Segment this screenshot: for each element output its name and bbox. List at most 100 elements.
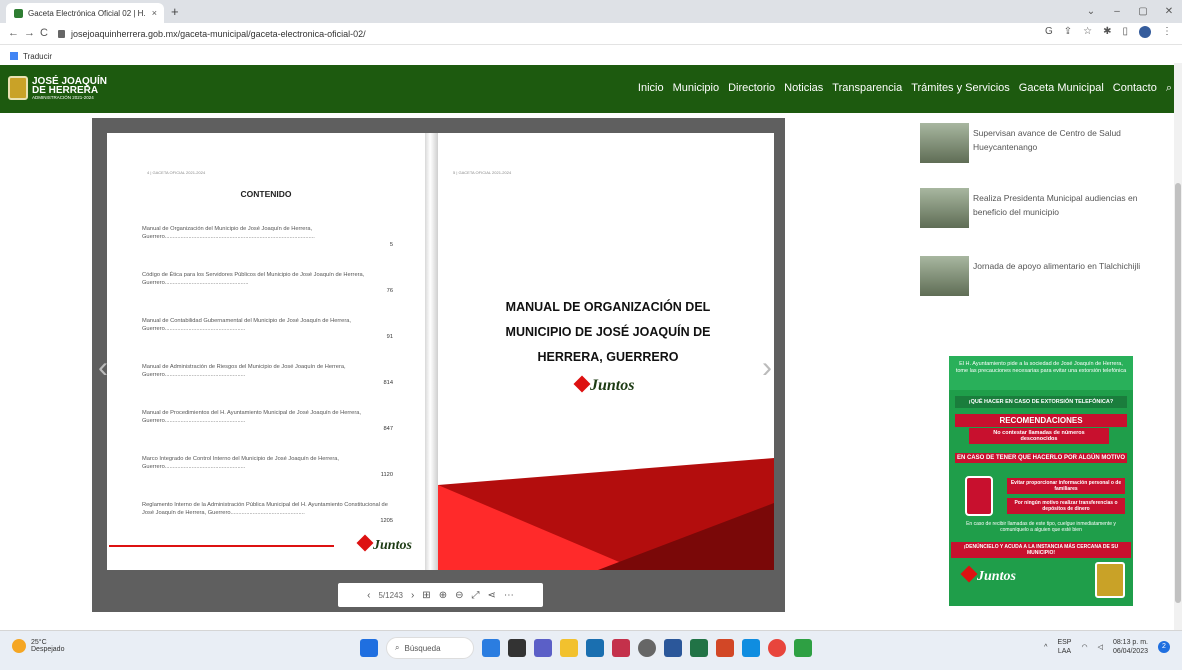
toc-item[interactable]: Manual de Administración de Riesgos del … (142, 363, 393, 387)
news-thumbnail[interactable] (920, 188, 969, 228)
app-icon[interactable] (638, 639, 656, 657)
wifi-icon[interactable]: ◠ (1081, 643, 1087, 651)
app-icon[interactable] (794, 639, 812, 657)
app-icon[interactable] (612, 639, 630, 657)
page-indicator[interactable]: 5/1243 (378, 591, 402, 600)
side-panel-icon[interactable]: ▯ (1122, 26, 1128, 38)
tab-search-icon[interactable]: ⌄ (1078, 0, 1104, 23)
zoom-in-icon[interactable]: ⊕ (439, 590, 447, 601)
reload-button[interactable]: C (40, 27, 48, 39)
news-thumbnail[interactable] (920, 123, 969, 163)
url-field[interactable]: josejoaquinherrera.gob.mx/gaceta-municip… (58, 26, 366, 42)
news-item[interactable]: Realiza Presidenta Municipal audiencias … (920, 188, 1170, 232)
page-scrollbar[interactable] (1174, 63, 1182, 630)
minimize-icon[interactable]: – (1104, 0, 1130, 23)
fullscreen-icon[interactable]: ⤢ (471, 590, 479, 601)
toc-item[interactable]: Reglamento Interno de la Administración … (142, 501, 393, 525)
news-thumbnail[interactable] (920, 256, 969, 296)
share-icon[interactable]: ⇪ (1064, 26, 1072, 38)
viewer-toolbar: ‹ 5/1243 › ⊞ ⊕ ⊖ ⤢ ⋖ ⋯ (338, 583, 543, 607)
news-title[interactable]: Realiza Presidenta Municipal audiencias … (973, 191, 1169, 219)
flipbook-page-left: 4 | GACETA OFICIAL 2021-2024 CONTENIDO M… (107, 133, 425, 570)
ad-no-contestar: No contestar llamadas de números descono… (969, 428, 1109, 444)
new-tab-button[interactable]: + (171, 4, 179, 19)
language-indicator[interactable]: ESP LAA (1057, 638, 1071, 656)
menu-contacto[interactable]: Contacto (1113, 82, 1157, 95)
volume-icon[interactable]: ◁ (1098, 643, 1103, 651)
restore-icon[interactable]: ▢ (1130, 0, 1156, 23)
news-item[interactable]: Jornada de apoyo alimentario en Tlalchic… (920, 256, 1170, 300)
bookmark-star-icon[interactable]: ☆ (1083, 26, 1092, 38)
next-page-arrow-icon[interactable]: › (762, 351, 772, 385)
toc-item[interactable]: Manual de Organización del Municipio de … (142, 225, 393, 249)
menu-gaceta[interactable]: Gaceta Municipal (1019, 82, 1104, 95)
menu-transparencia[interactable]: Transparencia (832, 82, 902, 95)
task-view-icon[interactable] (508, 639, 526, 657)
juntos-logo-ad: Juntos (960, 565, 1016, 585)
news-title[interactable]: Supervisan avance de Centro de Salud Hue… (973, 126, 1169, 154)
file-explorer-icon[interactable] (560, 639, 578, 657)
juntos-star-icon (960, 565, 978, 583)
address-bar-actions: G ⇪ ☆ ✱ ▯ ⋮ (1045, 26, 1172, 38)
extortion-ad-banner[interactable]: El H. Ayuntamiento pide a la sociedad de… (949, 356, 1133, 606)
menu-tramites[interactable]: Trámites y Servicios (911, 82, 1010, 95)
red-corner-graphic (438, 458, 774, 570)
windows-taskbar: 25°C Despejado ⌕ Búsqueda ^ ESP LAA ◠ ◁ 08… (0, 630, 1182, 670)
menu-municipio[interactable]: Municipio (673, 82, 719, 95)
app-icon[interactable] (742, 639, 760, 657)
teams-icon[interactable] (534, 639, 552, 657)
grid-view-icon[interactable]: ⊞ (422, 590, 430, 601)
menu-inicio[interactable]: Inicio (638, 82, 664, 95)
more-icon[interactable]: ⋯ (504, 590, 514, 601)
flipbook-viewer[interactable]: 4 | GACETA OFICIAL 2021-2024 CONTENIDO M… (92, 118, 785, 612)
share-icon[interactable]: ⋖ (487, 590, 495, 601)
notification-badge[interactable]: 2 (1158, 641, 1170, 653)
zoom-out-icon[interactable]: ⊖ (455, 590, 463, 601)
browser-tab-bar: Gaceta Electrónica Oficial 02 | H. × + ⌄… (0, 0, 1182, 23)
toc-item[interactable]: Manual de Contabilidad Gubernamental del… (142, 317, 393, 341)
main-menu: Inicio Municipio Directorio Noticias Tra… (638, 82, 1172, 95)
browser-tab[interactable]: Gaceta Electrónica Oficial 02 | H. × (6, 3, 164, 23)
toc-item[interactable]: Manual de Procedimientos del H. Ayuntami… (142, 409, 393, 433)
word-icon[interactable] (664, 639, 682, 657)
sun-icon (12, 639, 26, 653)
ad-evitar: Evitar proporcionar información personal… (1007, 478, 1125, 494)
bookmark-traducir[interactable]: Traducir (23, 52, 52, 61)
toolbar-next-icon[interactable]: › (411, 590, 414, 601)
news-title[interactable]: Jornada de apoyo alimentario en Tlalchic… (973, 259, 1169, 273)
chrome-icon[interactable] (768, 639, 786, 657)
close-window-icon[interactable]: ✕ (1156, 0, 1182, 23)
taskbar-search[interactable]: ⌕ Búsqueda (386, 637, 474, 659)
menu-directorio[interactable]: Directorio (728, 82, 775, 95)
widgets-icon[interactable] (482, 639, 500, 657)
prev-page-arrow-icon[interactable]: ‹ (98, 351, 108, 385)
tray-chevron-icon[interactable]: ^ (1044, 644, 1047, 651)
site-logo[interactable]: JOSÉ JOAQUÍN DE HERRERA ADMINISTRACIÓN 2… (8, 76, 107, 100)
system-tray: ^ ESP LAA ◠ ◁ 08:13 p. m. 06/04/2023 2 (1044, 638, 1170, 656)
store-icon[interactable] (586, 639, 604, 657)
forward-button[interactable]: → (24, 27, 35, 39)
profile-avatar[interactable] (1139, 26, 1151, 38)
excel-icon[interactable] (690, 639, 708, 657)
toc-item[interactable]: Código de Ética para los Servidores Públ… (142, 271, 393, 295)
menu-noticias[interactable]: Noticias (784, 82, 823, 95)
powerpoint-icon[interactable] (716, 639, 734, 657)
ad-ningun: Por ningún motivo realizar transferencia… (1007, 498, 1125, 514)
windows-start-icon[interactable] (360, 639, 378, 657)
toc-item[interactable]: Marco Integrado de Control Interno del M… (142, 455, 393, 479)
weather-widget[interactable]: 25°C Despejado (12, 639, 64, 653)
scrollbar-thumb[interactable] (1175, 183, 1181, 603)
google-lens-icon[interactable]: G (1045, 26, 1053, 38)
news-item[interactable]: Supervisan avance de Centro de Salud Hue… (920, 123, 1170, 167)
red-divider (109, 545, 334, 547)
search-icon[interactable]: ⌕ (1166, 82, 1172, 95)
extensions-icon[interactable]: ✱ (1103, 26, 1111, 38)
toolbar-prev-icon[interactable]: ‹ (367, 590, 370, 601)
logo-line2: DE HERRERA (32, 84, 99, 96)
clock[interactable]: 08:13 p. m. 06/04/2023 (1113, 638, 1148, 656)
menu-kebab-icon[interactable]: ⋮ (1162, 26, 1172, 38)
tab-close-icon[interactable]: × (152, 8, 157, 18)
translate-icon (10, 52, 18, 60)
back-button[interactable]: ← (8, 27, 19, 39)
lock-icon[interactable] (58, 30, 65, 38)
